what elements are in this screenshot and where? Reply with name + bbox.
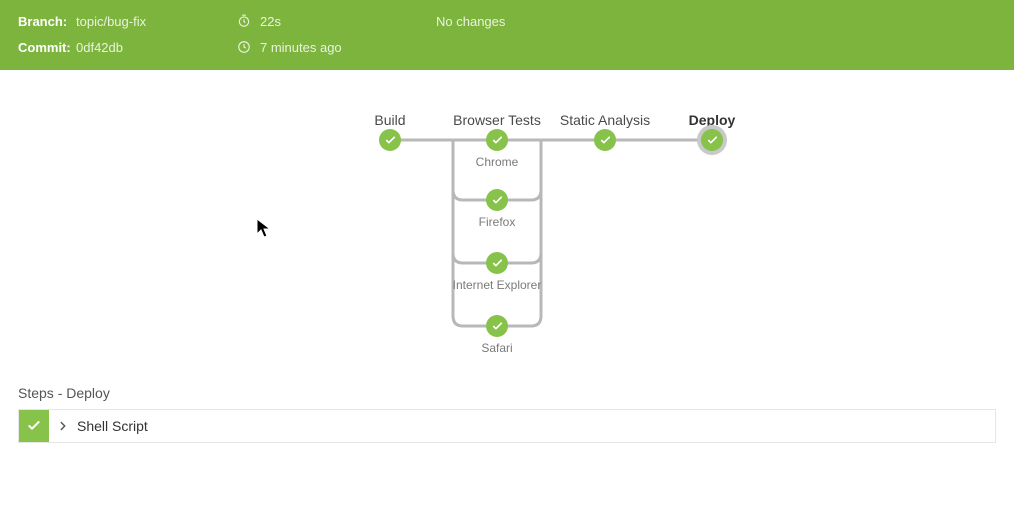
pipeline-edges bbox=[0, 100, 1014, 400]
commit-label: Commit: bbox=[18, 40, 76, 55]
check-icon bbox=[491, 194, 504, 207]
step-row[interactable]: Shell Script bbox=[18, 409, 996, 443]
chevron-right-icon bbox=[49, 419, 77, 433]
step-status-success bbox=[19, 410, 49, 442]
check-icon bbox=[384, 134, 397, 147]
browser-label-safari: Safari bbox=[481, 341, 512, 355]
header-row-branch: Branch: topic/bug-fix 22s No changes bbox=[18, 10, 996, 32]
stopwatch-icon bbox=[236, 13, 252, 29]
check-icon bbox=[26, 418, 42, 434]
clock-icon bbox=[236, 39, 252, 55]
stage-label-build: Build bbox=[374, 112, 405, 128]
run-header: Branch: topic/bug-fix 22s No changes Com… bbox=[0, 0, 1014, 70]
time-ago-value: 7 minutes ago bbox=[260, 40, 342, 55]
header-row-commit: Commit: 0df42db 7 minutes ago bbox=[18, 36, 996, 58]
check-icon bbox=[491, 320, 504, 333]
browser-label-ie: Internet Explorer bbox=[453, 278, 542, 292]
branch-value[interactable]: topic/bug-fix bbox=[76, 14, 236, 29]
check-icon bbox=[706, 134, 719, 147]
steps-panel: Steps - Deploy Shell Script bbox=[18, 385, 996, 443]
duration: 22s bbox=[236, 13, 436, 29]
check-icon bbox=[599, 134, 612, 147]
stage-label-browser-tests: Browser Tests bbox=[453, 112, 541, 128]
stage-node-chrome[interactable] bbox=[486, 129, 508, 151]
browser-label-firefox: Firefox bbox=[479, 215, 516, 229]
stage-node-deploy[interactable] bbox=[701, 129, 723, 151]
changes-text: No changes bbox=[436, 14, 505, 29]
pipeline-graph: Build Browser Tests Static Analysis Depl… bbox=[0, 100, 1014, 400]
step-name: Shell Script bbox=[77, 418, 148, 434]
stage-label-deploy: Deploy bbox=[689, 112, 736, 128]
commit-value[interactable]: 0df42db bbox=[76, 40, 236, 55]
stage-node-static-analysis[interactable] bbox=[594, 129, 616, 151]
stage-node-build[interactable] bbox=[379, 129, 401, 151]
stage-node-ie[interactable] bbox=[486, 252, 508, 274]
time-ago: 7 minutes ago bbox=[236, 39, 436, 55]
steps-title: Steps - Deploy bbox=[18, 385, 996, 401]
stage-label-static-analysis: Static Analysis bbox=[560, 112, 650, 128]
branch-label: Branch: bbox=[18, 14, 76, 29]
stage-node-firefox[interactable] bbox=[486, 189, 508, 211]
duration-value: 22s bbox=[260, 14, 281, 29]
check-icon bbox=[491, 134, 504, 147]
browser-label-chrome: Chrome bbox=[476, 155, 519, 169]
stage-node-safari[interactable] bbox=[486, 315, 508, 337]
check-icon bbox=[491, 257, 504, 270]
